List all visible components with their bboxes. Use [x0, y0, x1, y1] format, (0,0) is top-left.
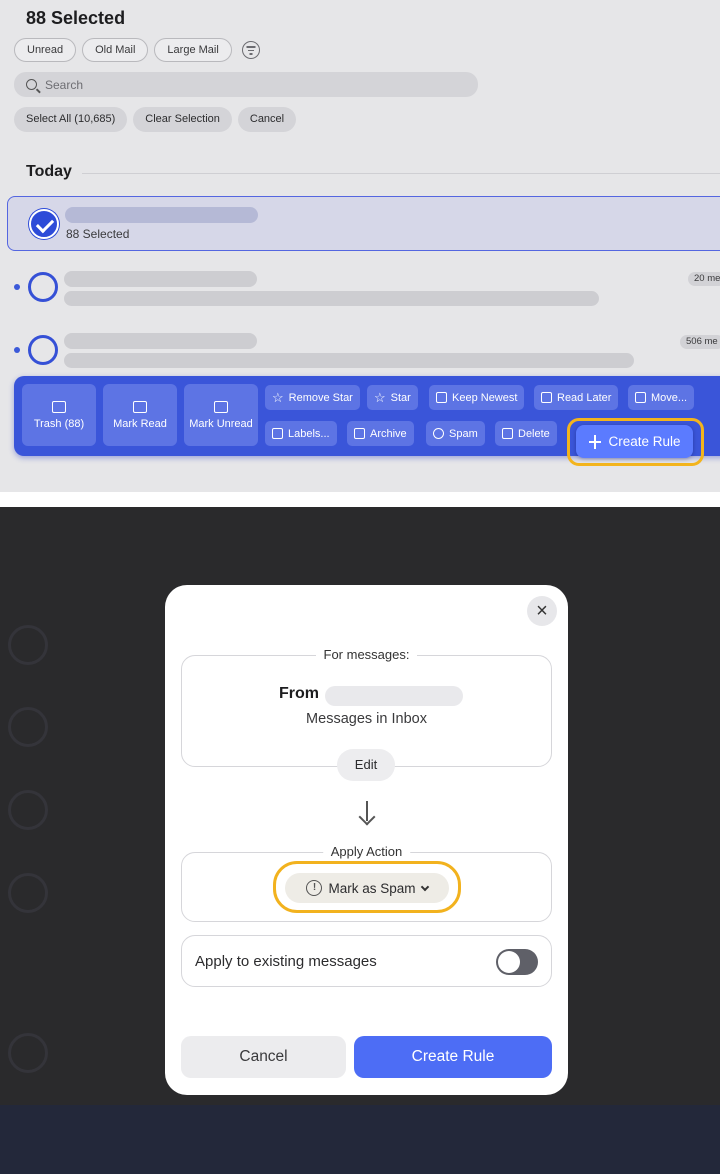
cancel-button[interactable]: Cancel [181, 1036, 346, 1078]
trash-icon [52, 400, 66, 413]
spam-button[interactable]: Spam [426, 421, 485, 446]
message-count-badge: 20 me [688, 272, 720, 286]
envelope-dot-icon [214, 400, 228, 413]
keep-newest-button[interactable]: Keep Newest [429, 385, 525, 410]
search-icon [26, 79, 37, 90]
sender-placeholder [325, 686, 463, 706]
labels-button[interactable]: Labels... [265, 421, 337, 446]
scope-text: Messages in Inbox [306, 711, 427, 727]
background-toolbar [0, 1105, 720, 1174]
mark-read-button[interactable]: Mark Read [103, 384, 177, 446]
close-icon: × [536, 600, 548, 622]
clear-selection-button[interactable]: Clear Selection [133, 107, 232, 132]
star-icon: ☆ [374, 390, 386, 405]
selection-actions: Select All (10,685) Clear Selection Canc… [14, 107, 297, 132]
sender-placeholder [64, 333, 257, 349]
filter-unread[interactable]: Unread [14, 38, 77, 62]
tag-icon [272, 428, 283, 439]
apply-existing-toggle[interactable] [496, 949, 538, 975]
envelope-open-icon [133, 400, 147, 413]
envelope-x-icon [502, 428, 513, 439]
exclamation-circle-icon: ! [306, 880, 323, 896]
list-item-selected[interactable]: 88 Selected [7, 196, 720, 251]
create-rule-screen: × For messages: From Messages in Inbox E… [0, 507, 720, 1174]
trash-button[interactable]: Trash (88) [22, 384, 96, 446]
apply-existing-row: Apply to existing messages [181, 935, 552, 987]
folder-icon [635, 392, 646, 403]
rule-icon [588, 434, 602, 449]
filter-old-mail[interactable]: Old Mail [82, 38, 149, 62]
sender-placeholder [64, 271, 257, 287]
select-all-button[interactable]: Select All (10,685) [14, 107, 128, 132]
create-rule-dialog: × For messages: From Messages in Inbox E… [165, 585, 568, 1095]
arrow-down-icon [358, 801, 376, 823]
cancel-selection-button[interactable]: Cancel [237, 107, 297, 132]
apply-existing-label: Apply to existing messages [195, 953, 377, 970]
section-divider [82, 173, 720, 174]
message-count-badge: 506 me [680, 335, 720, 349]
checkbox-unchecked-icon[interactable] [28, 272, 58, 302]
delete-button[interactable]: Delete [495, 421, 557, 446]
star-button[interactable]: ☆ Star [367, 385, 418, 410]
bookmark-icon [541, 392, 552, 403]
filter-options-icon[interactable] [241, 41, 260, 59]
sender-placeholder [65, 207, 258, 223]
search-bar [14, 72, 478, 97]
checkbox-unchecked-icon[interactable] [28, 335, 58, 365]
mark-unread-button[interactable]: Mark Unread [184, 384, 258, 446]
read-later-button[interactable]: Read Later [534, 385, 619, 410]
section-heading: Today [26, 163, 72, 180]
star-slash-icon: ☆ [272, 390, 284, 405]
preview-placeholder [64, 353, 634, 368]
background-avatar [8, 790, 48, 830]
row-subtitle: 88 Selected [66, 227, 130, 241]
edit-button[interactable]: Edit [337, 749, 395, 781]
move-button[interactable]: Move... [628, 385, 695, 410]
preview-placeholder [64, 291, 599, 306]
remove-star-button[interactable]: ☆ Remove Star [265, 385, 360, 410]
exclamation-circle-icon [433, 428, 444, 439]
archive-box-icon [354, 428, 365, 439]
create-rule-submit-button[interactable]: Create Rule [354, 1036, 552, 1078]
envelope-check-icon [436, 392, 447, 403]
archive-button[interactable]: Archive [347, 421, 414, 446]
search-input[interactable] [45, 77, 445, 92]
background-avatar [8, 1033, 48, 1073]
filter-large-mail[interactable]: Large Mail [154, 38, 232, 62]
apply-action-label: Apply Action [322, 844, 411, 859]
bulk-selection-screen: 88 Selected Unread Old Mail Large Mail S… [0, 0, 720, 492]
unread-dot [14, 347, 20, 353]
unread-dot [14, 284, 20, 290]
create-rule-button[interactable]: Create Rule [576, 425, 693, 458]
selection-title: 88 Selected [26, 8, 126, 28]
from-label: From [279, 685, 319, 702]
for-messages-label: For messages: [315, 647, 418, 662]
background-avatar [8, 707, 48, 747]
chevron-down-icon [420, 882, 429, 891]
background-avatar [8, 625, 48, 665]
background-avatar [8, 873, 48, 913]
close-button[interactable]: × [527, 596, 557, 626]
filter-chips: Unread Old Mail Large Mail [14, 38, 260, 62]
checkbox-checked-icon[interactable] [29, 209, 59, 239]
action-dropdown[interactable]: ! Mark as Spam [285, 873, 449, 903]
